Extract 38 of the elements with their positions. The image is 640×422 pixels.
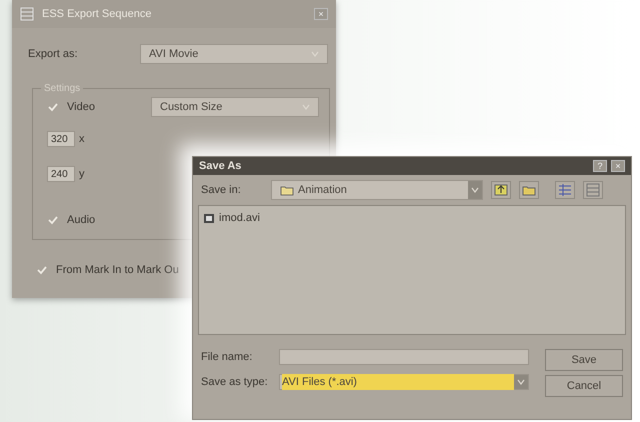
caret-icon <box>302 103 310 111</box>
film-icon <box>203 212 215 224</box>
unit-label: x <box>79 132 84 147</box>
details-view-icon <box>584 181 602 199</box>
size-dropdown[interactable]: Custom Size <box>151 97 319 117</box>
number-field[interactable]: 240 <box>47 166 75 182</box>
list-view-icon <box>556 181 574 199</box>
field-label: Save in: <box>201 182 242 198</box>
number-field[interactable]: 320 <box>47 131 75 148</box>
dialog-button[interactable]: Cancel <box>545 375 623 397</box>
checkmark-icon[interactable] <box>47 101 59 113</box>
folder-icon <box>280 184 294 196</box>
caret-icon <box>311 50 319 58</box>
folder-dropdown[interactable]: Animation <box>271 180 483 200</box>
file-item[interactable]: imod.avi <box>203 210 260 226</box>
format-dropdown[interactable]: AVI Movie <box>140 44 328 64</box>
up-folder-button[interactable] <box>491 181 511 199</box>
checkbox-label: Video <box>67 100 96 115</box>
field-label: Save as type: <box>201 374 269 390</box>
list-view-button[interactable] <box>555 181 575 199</box>
checkmark-icon[interactable] <box>47 214 59 226</box>
window-title: Save As <box>199 158 242 174</box>
caret-icon <box>471 186 479 194</box>
file-type-dropdown[interactable]: AVI Files (*.avi) <box>279 374 529 390</box>
unit-label: y <box>79 166 84 182</box>
dialog-button[interactable]: Save <box>545 349 623 371</box>
checkbox-label: Audio <box>67 213 96 228</box>
field-label: File name: <box>201 350 254 365</box>
file-name-field[interactable] <box>279 349 529 366</box>
window-title: ESS Export Sequence <box>42 6 152 22</box>
field-label: Export as: <box>28 46 79 62</box>
new-folder-button[interactable] <box>519 181 539 199</box>
checkbox-label: From Mark In to Mark Ou <box>56 262 179 278</box>
window-icon <box>20 7 34 21</box>
details-view-button[interactable] <box>583 181 603 199</box>
checkmark-icon[interactable] <box>36 264 48 276</box>
help-button[interactable]: ? <box>593 160 607 172</box>
caret-icon <box>517 378 525 386</box>
